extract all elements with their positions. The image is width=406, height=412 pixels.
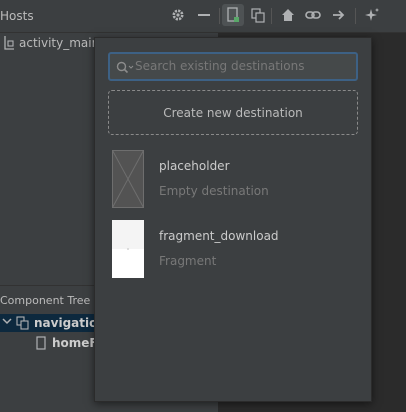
- layout-icon: [4, 35, 16, 54]
- destination-name: fragment_download: [159, 229, 279, 243]
- home-icon[interactable]: [277, 4, 299, 26]
- fragment-thumbnail: [112, 220, 144, 278]
- hosts-title: Hosts: [0, 9, 34, 23]
- destination-item-placeholder[interactable]: placeholder Empty destination: [112, 150, 362, 208]
- host-item-label: activity_main: [19, 36, 100, 50]
- chevron-down-icon[interactable]: [2, 315, 12, 330]
- minus-icon[interactable]: [193, 4, 215, 26]
- navigation-graph-icon: [16, 316, 30, 333]
- destination-name: placeholder: [159, 159, 230, 173]
- gear-icon[interactable]: [167, 4, 189, 26]
- search-input[interactable]: [135, 57, 350, 75]
- placeholder-thumbnail: [112, 150, 144, 208]
- hosts-header: Hosts: [0, 0, 406, 33]
- search-icon: [116, 59, 134, 78]
- nested-graph-icon[interactable]: [247, 4, 269, 26]
- component-tree-title: Component Tree: [0, 294, 91, 307]
- link-icon[interactable]: [302, 4, 324, 26]
- new-destination-icon[interactable]: [222, 4, 244, 26]
- tree-row-label: homeF: [52, 336, 98, 350]
- destination-subtitle: Fragment: [159, 254, 217, 268]
- create-new-destination-button[interactable]: Create new destination: [108, 90, 358, 135]
- fragment-icon: [36, 336, 46, 353]
- destination-subtitle: Empty destination: [159, 184, 269, 198]
- sparkle-icon[interactable]: [361, 4, 383, 26]
- arrow-right-icon[interactable]: [328, 4, 350, 26]
- search-field[interactable]: [108, 52, 358, 81]
- new-destination-popup: Create new destination placeholder Empty…: [94, 37, 372, 402]
- destination-item-fragment-download[interactable]: fragment_download Fragment: [112, 220, 362, 278]
